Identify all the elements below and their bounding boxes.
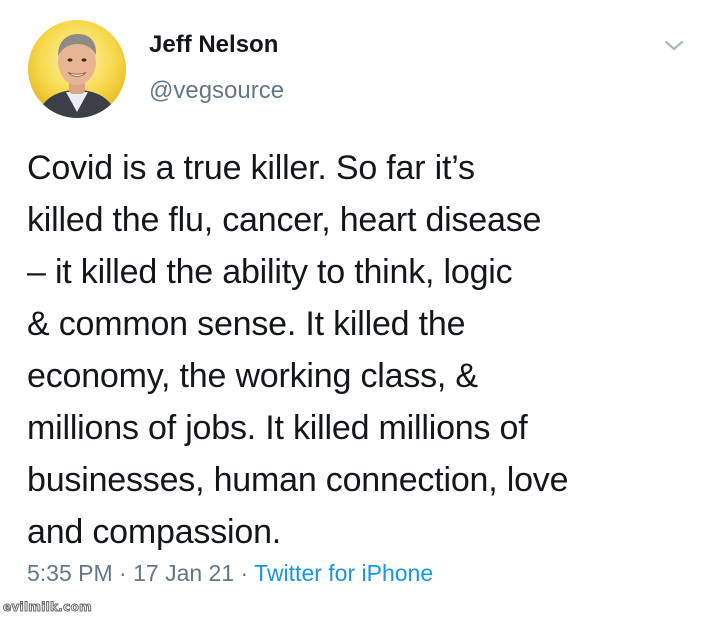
tweet-date[interactable]: 17 Jan 21 — [133, 560, 234, 586]
tweet-text-line: – it killed the ability to think, logic — [27, 253, 513, 291]
author-display-name[interactable]: Jeff Nelson — [149, 31, 278, 59]
profile-photo-icon — [28, 20, 126, 118]
tweet-text-line: Covid is a true killer. So far it’s — [27, 149, 475, 187]
tweet-text-line: businesses, human connection, love — [27, 461, 569, 499]
tweet-text-line: economy, the working class, & — [27, 357, 478, 395]
tweet-text-line: and compassion. — [27, 513, 282, 551]
avatar[interactable] — [28, 20, 126, 118]
tweet-meta: 5:35 PM · 17 Jan 21 · Twitter for iPhone — [27, 560, 433, 587]
watermark: evilmilk.com — [3, 600, 93, 615]
meta-separator: · — [234, 560, 255, 586]
tweet-text: Covid is a true killer. So far it’s kill… — [27, 142, 697, 558]
chevron-down-icon — [664, 40, 684, 51]
tweet-text-line: millions of jobs. It killed millions of — [27, 409, 528, 447]
tweet-time[interactable]: 5:35 PM — [27, 560, 113, 586]
tweet-text-line: & common sense. It killed the — [27, 305, 466, 343]
tweet-source-link[interactable]: Twitter for iPhone — [254, 560, 433, 586]
tweet-text-line: killed the flu, cancer, heart disease — [27, 201, 542, 239]
author-handle[interactable]: @vegsource — [149, 77, 284, 105]
meta-separator: · — [112, 560, 134, 586]
tweet-menu-button[interactable] — [662, 36, 686, 56]
tweet-card: Jeff Nelson @vegsource Covid is a true k… — [0, 0, 720, 619]
